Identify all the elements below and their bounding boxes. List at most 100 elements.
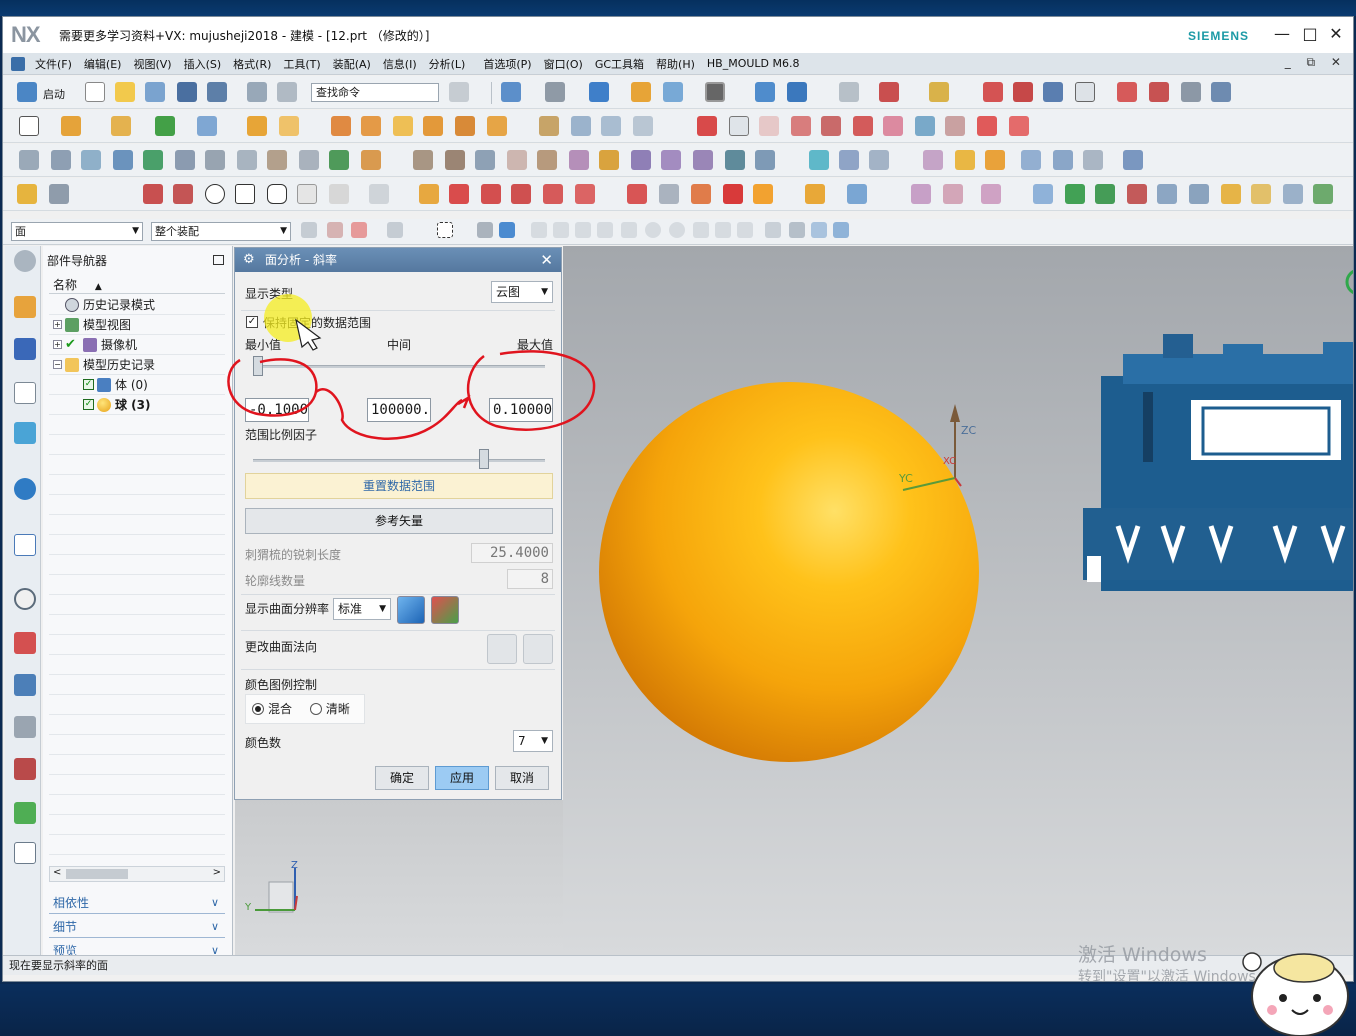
max-value-input[interactable]: 0.10000	[489, 398, 553, 422]
system-scene-icon[interactable]	[14, 802, 36, 824]
mould-tool-16-icon[interactable]	[507, 150, 527, 170]
assembly-tool-10-icon[interactable]	[1283, 184, 1303, 204]
keep-fixed-range-checkbox[interactable]: ✓	[246, 316, 258, 328]
mould-tool-2-icon[interactable]	[51, 150, 71, 170]
mould-tool-28-icon[interactable]	[923, 150, 943, 170]
specify-inside-icon[interactable]	[523, 634, 553, 664]
resolution-cube-icon[interactable]	[397, 596, 425, 624]
select-face-icon[interactable]	[499, 222, 515, 238]
mould-tool-6-icon[interactable]	[175, 150, 195, 170]
block-red-icon[interactable]	[977, 116, 997, 136]
edit-resolution-icon[interactable]	[431, 596, 459, 624]
menu-hb-mould[interactable]: HB_MOULD M6.8	[701, 57, 806, 70]
view-select-icon[interactable]	[789, 222, 805, 238]
layer-select-icon[interactable]	[811, 222, 827, 238]
scroll-right-icon[interactable]: >	[213, 867, 221, 878]
move-face-icon[interactable]	[571, 116, 591, 136]
assembly-tool-2-icon[interactable]	[847, 184, 867, 204]
role-icon[interactable]	[14, 758, 36, 780]
remove-component-icon[interactable]	[1127, 184, 1147, 204]
display-resolution-select[interactable]: 标准 ▼	[333, 598, 391, 620]
hd3d-tools-icon[interactable]	[14, 478, 36, 500]
wcs-icon[interactable]	[839, 82, 859, 102]
save-as-icon[interactable]	[207, 82, 227, 102]
assembly-tool-5-icon[interactable]	[981, 184, 1001, 204]
spline-icon[interactable]	[1043, 82, 1063, 102]
reuse-library-icon[interactable]	[14, 422, 36, 444]
snap-on-face-icon[interactable]	[715, 222, 731, 238]
offset-face-icon[interactable]	[539, 116, 559, 136]
snap-mid-icon[interactable]	[553, 222, 569, 238]
measure-body-icon[interactable]	[697, 116, 717, 136]
mould-tool-14-icon[interactable]	[445, 150, 465, 170]
app-menu-icon[interactable]	[11, 56, 25, 71]
rectangle-icon[interactable]	[235, 184, 255, 204]
swept-icon[interactable]	[633, 116, 653, 136]
display-type-select[interactable]: 云图 ▼	[491, 281, 553, 303]
assembly-tool-8-icon[interactable]	[1221, 184, 1241, 204]
select-feature-icon[interactable]	[327, 222, 343, 238]
trim-curve-icon[interactable]	[1211, 82, 1231, 102]
constraint-navigator-icon[interactable]	[14, 338, 36, 360]
mirror-icon[interactable]	[759, 116, 779, 136]
shaded-view-icon[interactable]	[545, 82, 565, 102]
gear-icon[interactable]: ⚙	[243, 248, 255, 272]
line-icon[interactable]	[983, 82, 1003, 102]
menu-insert[interactable]: 插入(S)	[178, 56, 228, 72]
manufacturing-wizard-icon[interactable]	[14, 716, 36, 738]
snap-center-icon[interactable]	[621, 222, 637, 238]
mould-tool-10-icon[interactable]	[299, 150, 319, 170]
hole-icon[interactable]	[247, 116, 267, 136]
reset-range-button[interactable]: 重置数据范围	[245, 473, 553, 499]
mould-tool-34-icon[interactable]	[1123, 150, 1143, 170]
mould-tool-30-icon[interactable]	[985, 150, 1005, 170]
through-curves-icon[interactable]	[601, 116, 621, 136]
trim-sketch-icon[interactable]	[369, 184, 389, 204]
select-add-icon[interactable]	[351, 222, 367, 238]
sketch-arc-icon[interactable]	[173, 184, 193, 204]
new-component-icon[interactable]	[1095, 184, 1115, 204]
arc-icon[interactable]	[1013, 82, 1033, 102]
menu-window[interactable]: 窗口(O)	[538, 56, 589, 72]
range-slider-thumb[interactable]	[253, 356, 263, 376]
menu-format[interactable]: 格式(R)	[227, 56, 277, 72]
assembly-tool-3-icon[interactable]	[911, 184, 931, 204]
cross-curve-icon[interactable]	[481, 184, 501, 204]
assembly-tool-4-icon[interactable]	[943, 184, 963, 204]
tree-item-body[interactable]: ✓ 体 (0)	[49, 375, 225, 395]
face-analysis-icon[interactable]	[691, 184, 711, 204]
snap-control-icon[interactable]	[575, 222, 591, 238]
expand-icon[interactable]: +	[53, 340, 62, 349]
mould-tool-4-icon[interactable]	[113, 150, 133, 170]
mould-tool-11-icon[interactable]	[329, 150, 349, 170]
snap-on-curve-icon[interactable]	[693, 222, 709, 238]
open-recent-icon[interactable]	[145, 82, 165, 102]
command-search-input[interactable]: 查找命令	[311, 83, 439, 102]
scrollbar-thumb[interactable]	[66, 869, 128, 879]
trim-body-icon[interactable]	[455, 116, 475, 136]
assembly-navigator-icon[interactable]	[14, 296, 36, 318]
snap-pole-icon[interactable]	[737, 222, 753, 238]
menu-tools[interactable]: 工具(T)	[277, 56, 326, 72]
ok-button[interactable]: 确定	[375, 766, 429, 790]
view-orient-icon[interactable]	[663, 82, 683, 102]
mould-tool-21-icon[interactable]	[661, 150, 681, 170]
datum-plane-icon[interactable]	[883, 116, 903, 136]
section-view-icon[interactable]	[755, 82, 775, 102]
graphics-viewport[interactable]: ZC YC XC	[563, 246, 1353, 971]
select-move-icon[interactable]	[387, 222, 403, 238]
box-icon[interactable]	[729, 116, 749, 136]
range-slider-track[interactable]	[253, 365, 545, 368]
pattern-icon[interactable]	[791, 116, 811, 136]
reverse-normal-icon[interactable]	[487, 634, 517, 664]
menu-info[interactable]: 信息(I)	[377, 56, 423, 72]
reference-set-icon[interactable]	[1157, 184, 1177, 204]
gear-icon[interactable]	[14, 250, 36, 272]
datum-axis-icon[interactable]	[915, 116, 935, 136]
type-filter-select[interactable]: 面 ▼	[11, 222, 143, 241]
rectangle-select-icon[interactable]	[437, 222, 453, 238]
mid-value-input[interactable]: 100000.	[367, 398, 431, 422]
mould-part-model[interactable]	[1083, 334, 1353, 591]
mould-tool-23-icon[interactable]	[725, 150, 745, 170]
sketch-icon[interactable]	[19, 116, 39, 136]
